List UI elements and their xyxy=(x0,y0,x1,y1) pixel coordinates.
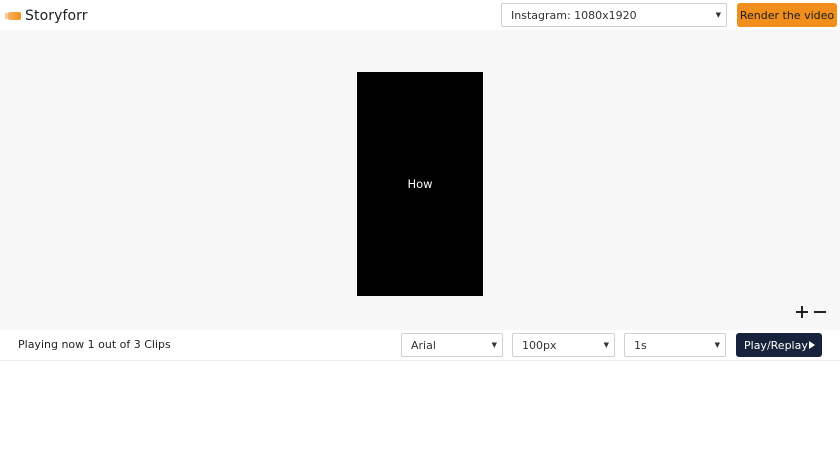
video-canvas: How xyxy=(357,72,483,296)
video-size-value: Instagram: 1080x1920 xyxy=(511,8,637,22)
clip-text: How xyxy=(407,177,433,191)
font-size-value: 100px xyxy=(522,338,557,352)
font-family-value: Arial xyxy=(411,338,436,352)
caret-down-icon: ▼ xyxy=(491,341,497,349)
clip-duration-select[interactable]: 1s ▼ xyxy=(624,333,726,357)
preview-stage: How xyxy=(0,30,840,330)
font-family-select[interactable]: Arial ▼ xyxy=(401,333,503,357)
zoom-in-icon[interactable] xyxy=(795,305,809,319)
video-size-select[interactable]: Instagram: 1080x1920 ▼ xyxy=(501,3,727,27)
logo-mark-icon xyxy=(5,12,21,20)
render-video-button[interactable]: Render the video xyxy=(737,3,837,27)
play-icon xyxy=(809,341,815,349)
clip-duration-value: 1s xyxy=(634,338,647,352)
play-replay-label: Play/Replay xyxy=(744,338,808,352)
caret-down-icon: ▼ xyxy=(715,11,721,19)
playback-status: Playing now 1 out of 3 Clips xyxy=(18,338,171,351)
brand-name: Storyforr xyxy=(25,8,88,24)
play-replay-button[interactable]: Play/Replay xyxy=(736,333,822,357)
logo[interactable]: Storyforr xyxy=(5,6,88,26)
caret-down-icon: ▼ xyxy=(714,341,720,349)
playback-controls: Playing now 1 out of 3 Clips Arial ▼ 100… xyxy=(0,330,840,361)
top-bar: Storyforr Instagram: 1080x1920 ▼ Render … xyxy=(0,0,840,30)
zoom-out-icon[interactable] xyxy=(813,305,827,319)
font-size-select[interactable]: 100px ▼ xyxy=(512,333,615,357)
caret-down-icon: ▼ xyxy=(603,341,609,349)
